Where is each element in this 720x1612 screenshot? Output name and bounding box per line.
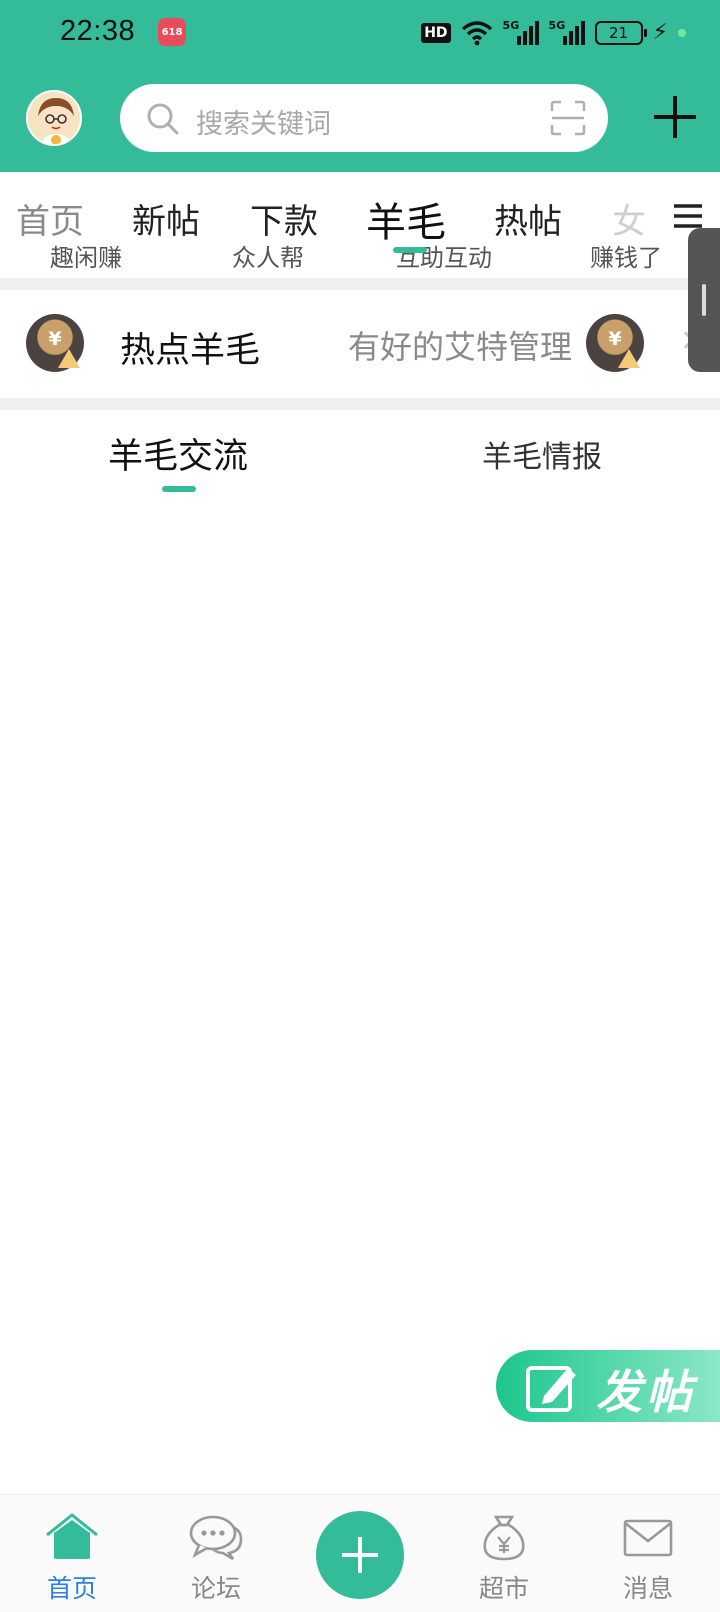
- search-bar[interactable]: 搜索关键词: [120, 84, 608, 152]
- category-tabs: 趣闲赚 众人帮 互助互动 赚钱了 首页 新帖 下款 羊毛 热帖 女: [0, 172, 720, 278]
- nav-market[interactable]: 超市: [454, 1513, 554, 1605]
- app-618-badge: 618: [158, 18, 186, 46]
- tab-loans[interactable]: 下款: [250, 194, 318, 243]
- search-icon: [147, 103, 179, 135]
- nav-home-label: 首页: [46, 1574, 97, 1603]
- avatar-image: [28, 92, 80, 144]
- battery-icon: 21: [594, 21, 647, 45]
- edit-icon: [526, 1366, 576, 1412]
- tab-wool-intel[interactable]: 羊毛情报: [482, 432, 602, 476]
- sub-category-label: 赚钱了: [590, 244, 662, 272]
- chat-bubble-icon: [189, 1515, 243, 1561]
- side-drawer-handle[interactable]: [688, 228, 720, 372]
- active-subtab-indicator: [162, 486, 196, 492]
- status-bar: 22:38 618 HD 5G 5G 21 ⚡: [0, 0, 720, 62]
- sub-category-label: 趣闲赚: [50, 244, 122, 272]
- money-bag-icon: [483, 1515, 525, 1561]
- nav-home[interactable]: 首页: [22, 1513, 122, 1605]
- tab-new-posts[interactable]: 新帖: [132, 194, 200, 243]
- nav-forum-label: 论坛: [190, 1574, 241, 1603]
- nav-create-button[interactable]: [316, 1511, 404, 1599]
- add-icon[interactable]: [650, 92, 700, 142]
- hot-wool-bar[interactable]: ¥ 热点羊毛 有好的艾特管理 ¥ ✕: [0, 290, 720, 398]
- sub-tabs: 羊毛交流 羊毛情报: [0, 410, 720, 500]
- active-tab-indicator: [393, 247, 427, 253]
- search-placeholder: 搜索关键词: [196, 109, 331, 140]
- post-button[interactable]: 发帖: [496, 1350, 720, 1422]
- tab-hot-posts[interactable]: 热帖: [494, 194, 562, 243]
- bottom-nav: 首页 论坛 超市 消息: [0, 1494, 720, 1612]
- status-icons: HD 5G 5G 21 ⚡: [421, 18, 686, 48]
- nav-messages-label: 消息: [622, 1574, 673, 1603]
- tab-home[interactable]: 首页: [16, 194, 84, 243]
- signal-1-icon: 5G: [503, 19, 539, 45]
- top-header: 22:38 618 HD 5G 5G 21 ⚡ 搜索关键词: [0, 0, 720, 172]
- home-icon: [46, 1513, 98, 1559]
- tab-women[interactable]: 女: [612, 194, 646, 243]
- plus-icon: [342, 1537, 378, 1573]
- coin-warning-icon: ¥: [586, 314, 644, 372]
- hd-icon: HD: [421, 23, 451, 43]
- hot-wool-title: 热点羊毛: [120, 331, 261, 371]
- hot-wool-item[interactable]: 有好的艾特管理: [348, 322, 572, 368]
- avatar[interactable]: [26, 90, 82, 146]
- nav-market-label: 超市: [478, 1574, 529, 1603]
- mail-icon: [623, 1519, 673, 1557]
- tab-wool[interactable]: 羊毛: [366, 190, 446, 248]
- indicator-dot: [678, 29, 686, 37]
- divider: [0, 398, 720, 410]
- coin-warning-icon: ¥: [26, 314, 84, 372]
- nav-messages[interactable]: 消息: [598, 1513, 698, 1605]
- wifi-icon: [461, 21, 492, 46]
- nav-forum[interactable]: 论坛: [166, 1513, 266, 1605]
- post-button-label: 发帖: [596, 1365, 696, 1419]
- sub-category-label: 众人帮: [232, 244, 304, 272]
- signal-2-icon: 5G: [549, 19, 585, 45]
- charging-icon: ⚡: [652, 20, 668, 45]
- status-time: 22:38: [60, 15, 136, 47]
- divider: [0, 278, 720, 290]
- scan-icon[interactable]: [550, 100, 586, 136]
- tab-wool-exchange[interactable]: 羊毛交流: [108, 428, 248, 479]
